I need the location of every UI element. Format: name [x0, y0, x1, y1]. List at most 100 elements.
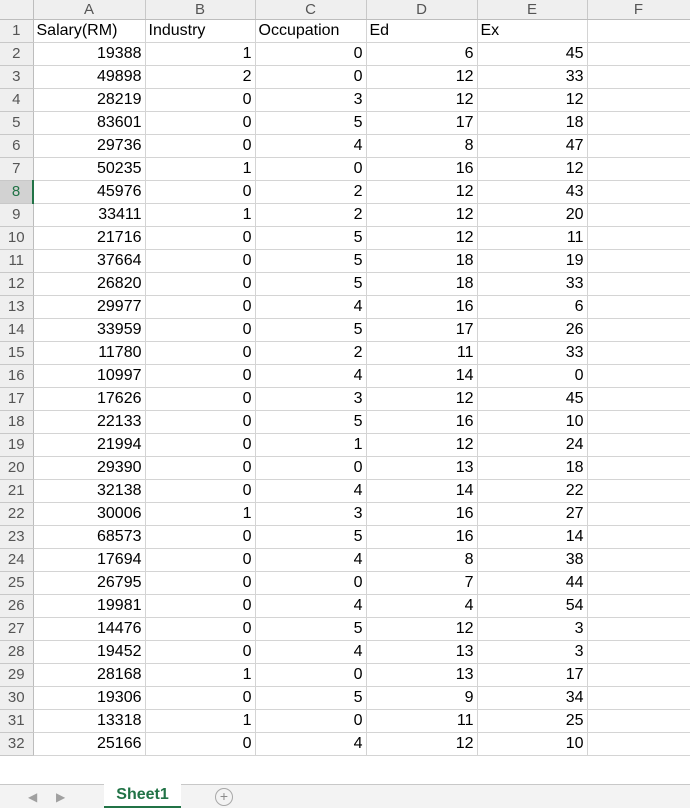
- column-header-f[interactable]: F: [587, 0, 690, 20]
- cell-e26[interactable]: 54: [477, 594, 588, 618]
- column-header-d[interactable]: D: [366, 0, 478, 20]
- row-header[interactable]: 18: [0, 410, 34, 434]
- cell-c26[interactable]: 4: [255, 594, 367, 618]
- cell-c3[interactable]: 0: [255, 65, 367, 89]
- row-header[interactable]: 10: [0, 226, 34, 250]
- cell-d1[interactable]: Ed: [366, 19, 478, 43]
- cell-c29[interactable]: 0: [255, 663, 367, 687]
- cell-e8[interactable]: 43: [477, 180, 588, 204]
- cell-f29[interactable]: [587, 663, 690, 687]
- cell-b21[interactable]: 0: [145, 479, 256, 503]
- cell-b32[interactable]: 0: [145, 732, 256, 756]
- cell-f22[interactable]: [587, 502, 690, 526]
- cell-b28[interactable]: 0: [145, 640, 256, 664]
- cell-a12[interactable]: 26820: [33, 272, 146, 296]
- cell-b30[interactable]: 0: [145, 686, 256, 710]
- cell-b1[interactable]: Industry: [145, 19, 256, 43]
- row-header[interactable]: 1: [0, 19, 34, 43]
- cell-d13[interactable]: 16: [366, 295, 478, 319]
- cell-d4[interactable]: 12: [366, 88, 478, 112]
- cell-c27[interactable]: 5: [255, 617, 367, 641]
- cell-c2[interactable]: 0: [255, 42, 367, 66]
- cell-d28[interactable]: 13: [366, 640, 478, 664]
- cell-b9[interactable]: 1: [145, 203, 256, 227]
- cell-e12[interactable]: 33: [477, 272, 588, 296]
- cell-d27[interactable]: 12: [366, 617, 478, 641]
- cell-c1[interactable]: Occupation: [255, 19, 367, 43]
- cell-a4[interactable]: 28219: [33, 88, 146, 112]
- cell-b6[interactable]: 0: [145, 134, 256, 158]
- cell-e27[interactable]: 3: [477, 617, 588, 641]
- cell-d31[interactable]: 11: [366, 709, 478, 733]
- row-header[interactable]: 8: [0, 180, 34, 204]
- cell-a5[interactable]: 83601: [33, 111, 146, 135]
- column-header-e[interactable]: E: [477, 0, 588, 20]
- cell-e15[interactable]: 33: [477, 341, 588, 365]
- cell-d5[interactable]: 17: [366, 111, 478, 135]
- cell-c21[interactable]: 4: [255, 479, 367, 503]
- cell-c32[interactable]: 4: [255, 732, 367, 756]
- cell-e30[interactable]: 34: [477, 686, 588, 710]
- cell-d20[interactable]: 13: [366, 456, 478, 480]
- row-header[interactable]: 17: [0, 387, 34, 411]
- cell-e21[interactable]: 22: [477, 479, 588, 503]
- cell-f13[interactable]: [587, 295, 690, 319]
- cell-b15[interactable]: 0: [145, 341, 256, 365]
- next-sheet-button[interactable]: ▶: [56, 790, 65, 804]
- cell-c13[interactable]: 4: [255, 295, 367, 319]
- row-header[interactable]: 13: [0, 295, 34, 319]
- cell-d11[interactable]: 18: [366, 249, 478, 273]
- cell-d25[interactable]: 7: [366, 571, 478, 595]
- cell-a8[interactable]: 45976: [33, 180, 146, 204]
- cell-c4[interactable]: 3: [255, 88, 367, 112]
- cell-b16[interactable]: 0: [145, 364, 256, 388]
- cell-b7[interactable]: 1: [145, 157, 256, 181]
- select-all-corner[interactable]: [0, 0, 34, 20]
- cell-e4[interactable]: 12: [477, 88, 588, 112]
- cell-f12[interactable]: [587, 272, 690, 296]
- cell-f4[interactable]: [587, 88, 690, 112]
- cell-c25[interactable]: 0: [255, 571, 367, 595]
- cell-b25[interactable]: 0: [145, 571, 256, 595]
- cell-c22[interactable]: 3: [255, 502, 367, 526]
- cell-e7[interactable]: 12: [477, 157, 588, 181]
- row-header[interactable]: 9: [0, 203, 34, 227]
- cell-f26[interactable]: [587, 594, 690, 618]
- cell-c14[interactable]: 5: [255, 318, 367, 342]
- cell-d12[interactable]: 18: [366, 272, 478, 296]
- cell-a22[interactable]: 30006: [33, 502, 146, 526]
- cell-b27[interactable]: 0: [145, 617, 256, 641]
- cell-f24[interactable]: [587, 548, 690, 572]
- cell-d3[interactable]: 12: [366, 65, 478, 89]
- cell-e6[interactable]: 47: [477, 134, 588, 158]
- cell-e31[interactable]: 25: [477, 709, 588, 733]
- row-header[interactable]: 5: [0, 111, 34, 135]
- cell-a13[interactable]: 29977: [33, 295, 146, 319]
- cell-d17[interactable]: 12: [366, 387, 478, 411]
- cell-b18[interactable]: 0: [145, 410, 256, 434]
- cell-c24[interactable]: 4: [255, 548, 367, 572]
- cell-a25[interactable]: 26795: [33, 571, 146, 595]
- cell-d21[interactable]: 14: [366, 479, 478, 503]
- cell-a14[interactable]: 33959: [33, 318, 146, 342]
- cell-c20[interactable]: 0: [255, 456, 367, 480]
- cell-f1[interactable]: [587, 19, 690, 43]
- cell-d2[interactable]: 6: [366, 42, 478, 66]
- cell-f2[interactable]: [587, 42, 690, 66]
- row-header[interactable]: 20: [0, 456, 34, 480]
- cell-b29[interactable]: 1: [145, 663, 256, 687]
- cell-b22[interactable]: 1: [145, 502, 256, 526]
- row-header[interactable]: 26: [0, 594, 34, 618]
- cell-f11[interactable]: [587, 249, 690, 273]
- row-header[interactable]: 2: [0, 42, 34, 66]
- row-header[interactable]: 23: [0, 525, 34, 549]
- cell-c5[interactable]: 5: [255, 111, 367, 135]
- cell-b2[interactable]: 1: [145, 42, 256, 66]
- cell-c12[interactable]: 5: [255, 272, 367, 296]
- cell-e3[interactable]: 33: [477, 65, 588, 89]
- cell-d16[interactable]: 14: [366, 364, 478, 388]
- cell-a10[interactable]: 21716: [33, 226, 146, 250]
- cell-e2[interactable]: 45: [477, 42, 588, 66]
- cell-b4[interactable]: 0: [145, 88, 256, 112]
- row-header[interactable]: 25: [0, 571, 34, 595]
